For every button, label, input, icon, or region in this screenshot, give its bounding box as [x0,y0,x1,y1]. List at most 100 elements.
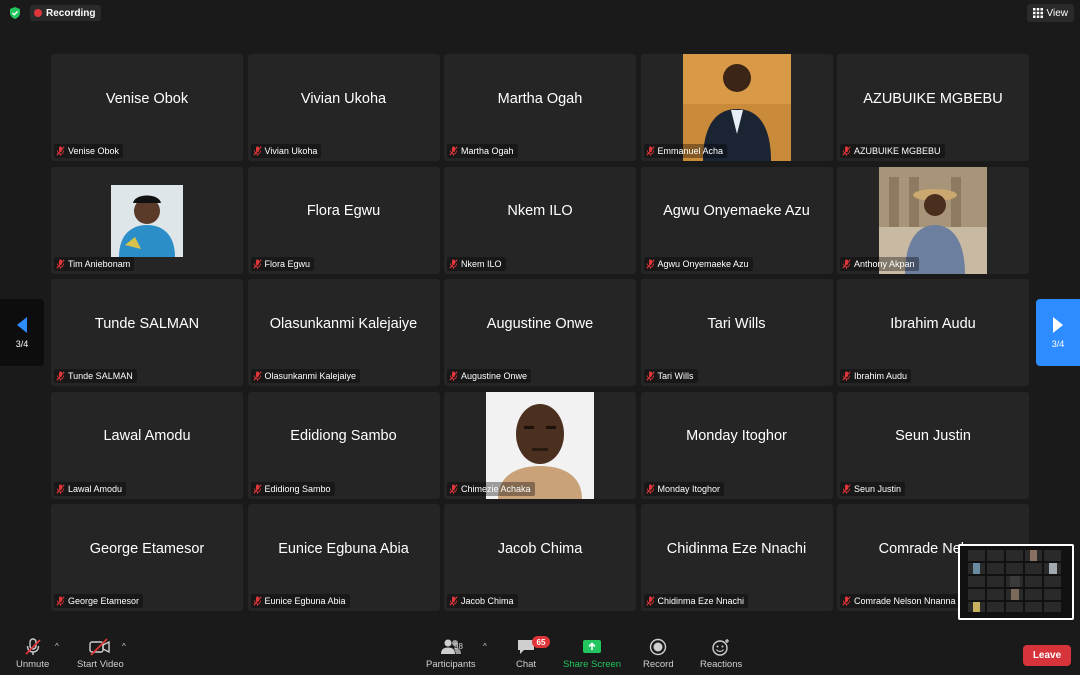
participant-display-name: Flora Egwu [306,203,381,219]
participant-tile[interactable]: Tari Wills Tari Wills [640,279,833,386]
participant-name-text: Flora Egwu [264,258,311,269]
participant-tile[interactable]: Venise Obok Venise Obok [51,54,243,161]
participant-name-text: Martha Ogah [461,146,514,156]
participants-button[interactable]: 98 Participants [426,638,476,670]
participant-tile[interactable]: Tim Aniebonam [51,166,243,274]
participant-name-label: Martha Ogah [447,144,518,158]
muted-mic-icon [645,596,655,606]
muted-mic-icon [449,483,458,494]
leave-button[interactable]: Leave [1023,645,1071,666]
participant-display-name: Vivian Ukoha [300,90,387,107]
chat-button[interactable]: 65 Chat [516,636,550,670]
participant-tile[interactable]: Seun Justin Seun Justin [837,391,1029,499]
record-button[interactable]: Record [643,638,674,670]
muted-mic-icon [842,371,851,381]
participant-tile[interactable]: Edidiong Sambo Edidiong Sambo [247,391,440,499]
participant-tile[interactable]: Martha Ogah Martha Ogah [444,54,636,161]
participant-tile[interactable]: Tunde SALMAN Tunde SALMAN [51,279,243,386]
participant-tile[interactable]: Nkem ILO Nkem ILO [444,166,636,274]
recording-label: Recording [46,7,96,19]
participant-name-label: Eunice Egbuna Abia [250,594,350,608]
participants-options-caret-icon[interactable]: ^ [483,642,487,651]
participant-name-label: Augustine Onwe [447,369,532,383]
participant-tile[interactable]: Augustine Onwe Augustine Onwe [444,279,636,386]
muted-mic-icon [645,371,655,381]
previous-page-button[interactable]: 3/4 [0,299,44,366]
reactions-label: Reactions [700,659,743,670]
muted-mic-icon [449,258,458,269]
view-button[interactable]: View [1026,4,1074,22]
reactions-button[interactable]: Reactions [700,638,742,670]
page-indicator-left: 3/4 [15,339,29,349]
recording-indicator[interactable]: Recording [30,5,102,21]
participant-name-label: Ibrahim Audu [840,369,912,383]
participant-name-label: Monday Itoghor [643,481,725,496]
participant-tile[interactable]: Chimezie Achaka [444,391,636,499]
participant-tile[interactable]: George Etamesor George Etamesor [51,504,243,611]
participant-name-text: Vivian Ukoha [264,146,318,156]
participant-name-text: Emmanuel Acha [657,146,724,156]
participant-name-label: Agwu Onyemaeke Azu [643,256,753,271]
participant-tile[interactable]: Olasunkanmi Kalejaiye Olasunkanmi Kalejai… [247,279,440,386]
unmute-label: Unmute [16,659,50,670]
meeting-toolbar: Unmute ^ Start Video ^ 98 Participants ^… [0,634,1080,675]
participant-display-name: Tunde SALMAN [94,315,200,332]
participant-tile[interactable]: Lawal Amodu Lawal Amodu [51,391,243,499]
participant-tile[interactable]: Ibrahim Audu Ibrahim Audu [837,279,1029,386]
participant-display-name: Olasunkanmi Kalejaiye [269,315,418,332]
participant-tile[interactable]: Chidinma Eze Nnachi Chidinma Eze Nnachi [640,504,833,611]
participant-name-label: Edidiong Sambo [250,481,335,496]
muted-mic-icon [449,146,458,156]
gallery-thumbnail[interactable] [958,544,1074,620]
muted-mic-icon [252,371,262,381]
participant-tile[interactable]: Jacob Chima Jacob Chima [444,504,636,611]
participant-name-text: Comrade Nelson Nnanna [854,596,956,606]
participant-name-text: Edidiong Sambo [264,483,331,494]
participant-name-label: Comrade Nelson Nnanna [840,594,960,608]
participant-tile[interactable]: Flora Egwu Flora Egwu [247,166,440,274]
participant-tile[interactable]: Anthony Akpan [837,166,1029,274]
participant-name-text: Anthony Akpan [854,258,915,269]
share-screen-button[interactable]: Share Screen [563,638,621,670]
participant-tile[interactable]: Eunice Egbuna Abia Eunice Egbuna Abia [247,504,440,611]
participant-name-label: Vivian Ukoha [250,144,322,158]
share-screen-label: Share Screen [563,659,622,670]
muted-mic-icon [252,258,262,269]
muted-mic-icon [252,483,262,494]
participant-display-name: Chidinma Eze Nnachi [666,540,807,557]
participant-tile[interactable]: Vivian Ukoha Vivian Ukoha [247,54,440,161]
participant-name-label: AZUBUIKE MGBEBU [840,144,945,158]
participant-tile[interactable]: Monday Itoghor Monday Itoghor [640,391,833,499]
participant-tile[interactable]: Agwu Onyemaeke Azu Agwu Onyemaeke Azu [640,166,833,274]
next-page-button[interactable]: 3/4 [1036,299,1080,366]
participant-tile[interactable]: AZUBUIKE MGBEBU AZUBUIKE MGBEBU [837,54,1029,161]
participant-display-name: Ibrahim Audu [890,315,976,332]
video-off-icon [89,638,111,656]
participant-display-name: George Etamesor [89,540,205,557]
participant-name-label: George Etamesor [54,594,144,608]
share-screen-icon [583,640,602,653]
participant-name-label: Venise Obok [54,144,124,158]
muted-mic-icon [645,258,655,269]
video-options-caret-icon[interactable]: ^ [122,642,126,651]
participant-name-label: Nkem ILO [447,256,506,271]
participant-name-text: Lawal Amodu [68,483,123,494]
audio-options-caret-icon[interactable]: ^ [55,642,59,651]
participant-name-text: Chimezie Achaka [461,483,531,494]
arrow-right-icon [1053,317,1063,333]
start-video-button[interactable]: Start Video [77,638,124,670]
participant-name-text: Tari Wills [657,371,694,381]
participant-display-name: Monday Itoghor [686,428,787,444]
participant-display-name: Jacob Chima [497,540,583,557]
participant-name-label: Tunde SALMAN [54,369,137,383]
muted-mic-icon [56,371,65,381]
participant-grid: Venise Obok Venise Obok Vivian Ukoha Vivian… [51,54,1029,612]
unmute-button[interactable]: Unmute [16,638,49,670]
participant-display-name: AZUBUIKE MGBEBU [863,90,1003,107]
participant-video [111,184,183,257]
start-video-label: Start Video [77,659,124,670]
participant-name-text: Venise Obok [68,146,120,156]
participant-tile[interactable]: Emmanuel Acha [640,54,833,161]
recording-dot-icon [34,9,42,17]
participant-name-label: Olasunkanmi Kalejaiye [250,369,361,383]
